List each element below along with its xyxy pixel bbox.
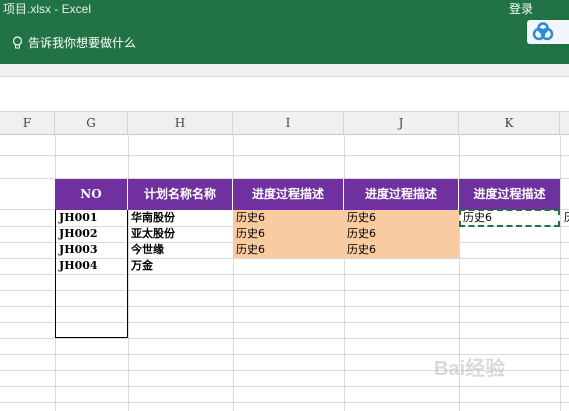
table-row-1-j[interactable]: 历史6 — [345, 210, 459, 226]
table-row-1-name[interactable]: 华南股份 — [129, 210, 233, 226]
window-title: 项目.xlsx - Excel — [3, 2, 92, 16]
table-row-3-j[interactable]: 历史6 — [345, 242, 459, 258]
column-header-k[interactable]: K — [459, 112, 560, 134]
table-row-1-no[interactable]: JH001 — [57, 210, 127, 226]
ribbon: 项目.xlsx - Excel 登录 告诉我你想要做什么 — [0, 0, 569, 64]
column-header-f[interactable]: F — [0, 112, 55, 134]
tell-me-search[interactable]: 告诉我你想要做什么 — [12, 34, 136, 51]
tell-me-label: 告诉我你想要做什么 — [28, 36, 137, 50]
column-header-g[interactable]: G — [55, 112, 128, 134]
table-row-3-name[interactable]: 今世缘 — [129, 242, 233, 258]
ribbon-collapsed-area — [0, 64, 569, 76]
header-cell-progress-k[interactable]: 进度过程描述 — [459, 179, 560, 210]
watermark-logo: Bai经验 — [434, 358, 506, 380]
header-cell-progress-j[interactable]: 进度过程描述 — [344, 179, 459, 210]
cloud-save-button[interactable] — [527, 20, 569, 44]
cloud-icon — [532, 22, 554, 41]
table-row-4-no[interactable]: JH004 — [57, 258, 127, 274]
column-header-bar: F G H I J K — [0, 111, 569, 135]
table-row-1-i[interactable]: 历史6 — [234, 210, 344, 226]
name-column-divider — [127, 210, 128, 338]
lightbulb-icon — [12, 35, 23, 48]
table-row-2-name[interactable]: 亚太股份 — [129, 226, 233, 242]
column-header-i[interactable]: I — [233, 112, 344, 134]
table-row-1-k-selected[interactable]: 历史6 — [459, 209, 560, 227]
login-link[interactable]: 登录 — [509, 0, 533, 17]
table-row-2-no[interactable]: JH002 — [57, 226, 127, 242]
table-row-3-no[interactable]: JH003 — [57, 242, 127, 258]
table-row-3-i[interactable]: 历史6 — [234, 242, 344, 258]
formula-bar-area — [0, 76, 569, 112]
header-cell-no[interactable]: NO — [55, 179, 128, 210]
overflow-cell-l[interactable]: 历 — [562, 210, 569, 226]
column-header-j[interactable]: J — [344, 112, 459, 134]
column-header-h[interactable]: H — [128, 112, 233, 134]
table-row-4-name[interactable]: 万金 — [129, 258, 233, 274]
header-cell-progress-i[interactable]: 进度过程描述 — [233, 179, 344, 210]
table-row-2-j[interactable]: 历史6 — [345, 226, 459, 242]
table-row-2-i[interactable]: 历史6 — [234, 226, 344, 242]
header-cell-plan-name[interactable]: 计划名称名称 — [128, 179, 233, 210]
